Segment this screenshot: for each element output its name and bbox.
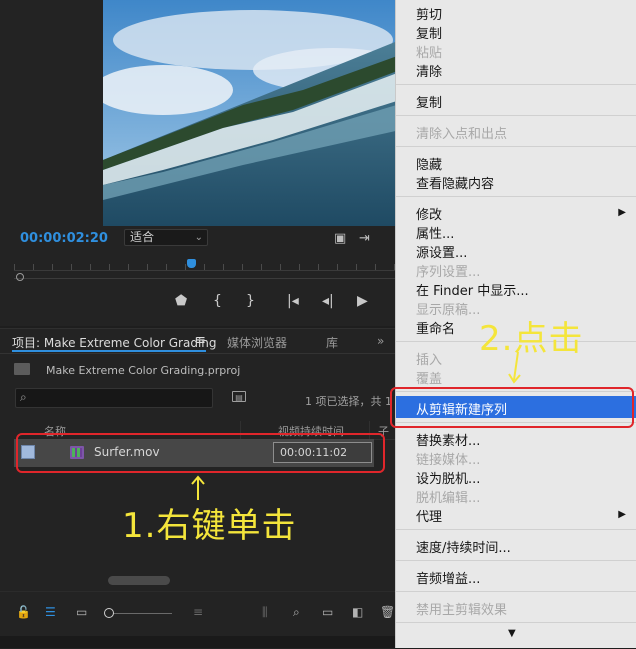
- menu-separator: [396, 146, 636, 147]
- play-icon[interactable]: ▶: [357, 294, 368, 308]
- mark-in-icon[interactable]: {: [213, 294, 222, 308]
- more-tabs-icon[interactable]: »: [377, 334, 384, 348]
- project-file-icon: [14, 363, 30, 375]
- menu-scroll-down-icon[interactable]: ▼: [508, 628, 516, 639]
- footer-divider: [0, 591, 395, 592]
- status-strip: [0, 636, 395, 648]
- tab-project[interactable]: 项目: Make Extreme Color Grading: [12, 334, 217, 351]
- sort-icon[interactable]: ≡: [193, 606, 203, 618]
- new-bin-from-search-icon[interactable]: ▤: [232, 391, 246, 402]
- step-back-icon[interactable]: ◂|: [322, 294, 334, 308]
- thumbnail-zoom-handle[interactable]: [104, 608, 114, 618]
- new-bin-icon[interactable]: ▭: [322, 606, 333, 618]
- menu-item-modify[interactable]: 修改: [416, 204, 442, 223]
- annotation-arrow-down: [508, 352, 521, 384]
- submenu-arrow-icon: ▶: [618, 509, 626, 520]
- menu-item-make-offline[interactable]: 设为脱机...: [416, 468, 480, 487]
- settings-icon[interactable]: ▣: [334, 232, 346, 245]
- submenu-arrow-icon: ▶: [618, 207, 626, 218]
- zoom-fit-select[interactable]: 适合 ⌄: [124, 229, 208, 246]
- annotation-arrow-up: [191, 475, 205, 500]
- search-icon: ⌕: [20, 390, 27, 404]
- menu-separator: [396, 115, 636, 116]
- annotation-box-row: [16, 433, 385, 473]
- new-item-icon[interactable]: ◧: [352, 606, 363, 618]
- menu-item-rename[interactable]: 重命名: [416, 318, 455, 337]
- menu-separator: [396, 622, 636, 623]
- playhead[interactable]: [187, 259, 196, 268]
- playhead-timecode[interactable]: 00:00:02:20: [20, 231, 108, 246]
- menu-item-copy[interactable]: 复制: [416, 23, 442, 42]
- menu-separator: [396, 591, 636, 592]
- panel-menu-icon[interactable]: ≡: [195, 333, 206, 348]
- search-input[interactable]: ⌕: [15, 388, 213, 408]
- time-ruler[interactable]: [14, 262, 400, 271]
- horizontal-scrollbar[interactable]: [108, 576, 170, 585]
- menu-item-view-hidden[interactable]: 查看隐藏内容: [416, 173, 494, 192]
- zoom-scrollbar[interactable]: [14, 278, 400, 279]
- menu-item-overwrite: 覆盖: [416, 372, 443, 387]
- lock-icon[interactable]: 🔓: [16, 606, 31, 618]
- video-frame: [103, 0, 400, 226]
- menu-separator: [396, 560, 636, 561]
- menu-item-clear-in-out: 清除入点和出点: [416, 127, 508, 142]
- chevron-down-icon: ⌄: [194, 232, 203, 243]
- menu-item-proxy[interactable]: 代理: [416, 506, 442, 525]
- menu-item-sequence-settings: 序列设置...: [416, 265, 481, 280]
- menu-item-paste: 粘贴: [416, 46, 443, 61]
- active-tab-indicator: [12, 350, 206, 352]
- tab-library[interactable]: 库: [326, 334, 338, 351]
- list-view-icon[interactable]: ☰: [45, 606, 56, 618]
- add-marker-icon[interactable]: ⬟: [175, 294, 187, 308]
- menu-item-edit-offline: 脱机编辑...: [416, 491, 481, 506]
- menu-item-link-media: 链接媒体...: [416, 453, 481, 468]
- icon-view-icon[interactable]: ▭: [76, 606, 87, 618]
- menu-item-reveal-in-finder[interactable]: 在 Finder 中显示...: [416, 280, 529, 299]
- annotation-step2: 2.点击: [479, 319, 584, 359]
- menu-item-disable-masterclip-effects: 禁用主剪辑效果: [416, 603, 508, 618]
- menu-item-source-settings[interactable]: 源设置...: [416, 242, 467, 261]
- project-tabs: 项目: Make Extreme Color Grading ≡ 媒体浏览器 库…: [0, 329, 395, 354]
- menu-item-replace-footage[interactable]: 替换素材...: [416, 430, 480, 449]
- automate-to-sequence-icon[interactable]: ⫼: [262, 606, 268, 618]
- menu-item-speed-duration[interactable]: 速度/持续时间...: [416, 537, 511, 556]
- menu-separator: [396, 84, 636, 85]
- menu-item-audio-gain[interactable]: 音频增益...: [416, 568, 480, 587]
- find-icon[interactable]: ⌕: [293, 606, 300, 618]
- project-file-name: Make Extreme Color Grading.prproj: [46, 364, 241, 377]
- zoom-scrollbar-handle[interactable]: [16, 273, 24, 281]
- mark-out-icon[interactable]: }: [246, 294, 255, 308]
- go-to-in-icon[interactable]: |◂: [287, 294, 299, 308]
- trash-icon[interactable]: 🗑: [380, 606, 395, 618]
- thumbnail-zoom-slider[interactable]: [112, 613, 172, 614]
- menu-separator: [396, 529, 636, 530]
- annotation-step1: 1.右键单击: [122, 506, 297, 546]
- menu-item-clear[interactable]: 清除: [416, 61, 442, 80]
- menu-item-properties[interactable]: 属性...: [416, 223, 454, 242]
- menu-item-duplicate[interactable]: 复制: [416, 92, 442, 111]
- annotation-box-menu: [390, 387, 634, 428]
- menu-separator: [396, 196, 636, 197]
- menu-item-insert: 插入: [416, 353, 443, 368]
- menu-item-reveal-original: 显示原稿...: [416, 303, 481, 318]
- menu-item-cut[interactable]: 剪切: [416, 4, 442, 23]
- tab-media-browser[interactable]: 媒体浏览器: [227, 334, 287, 351]
- zoom-fit-value: 适合: [130, 230, 155, 244]
- wrench-icon[interactable]: ⇥: [359, 232, 370, 245]
- menu-item-hide[interactable]: 隐藏: [416, 154, 442, 173]
